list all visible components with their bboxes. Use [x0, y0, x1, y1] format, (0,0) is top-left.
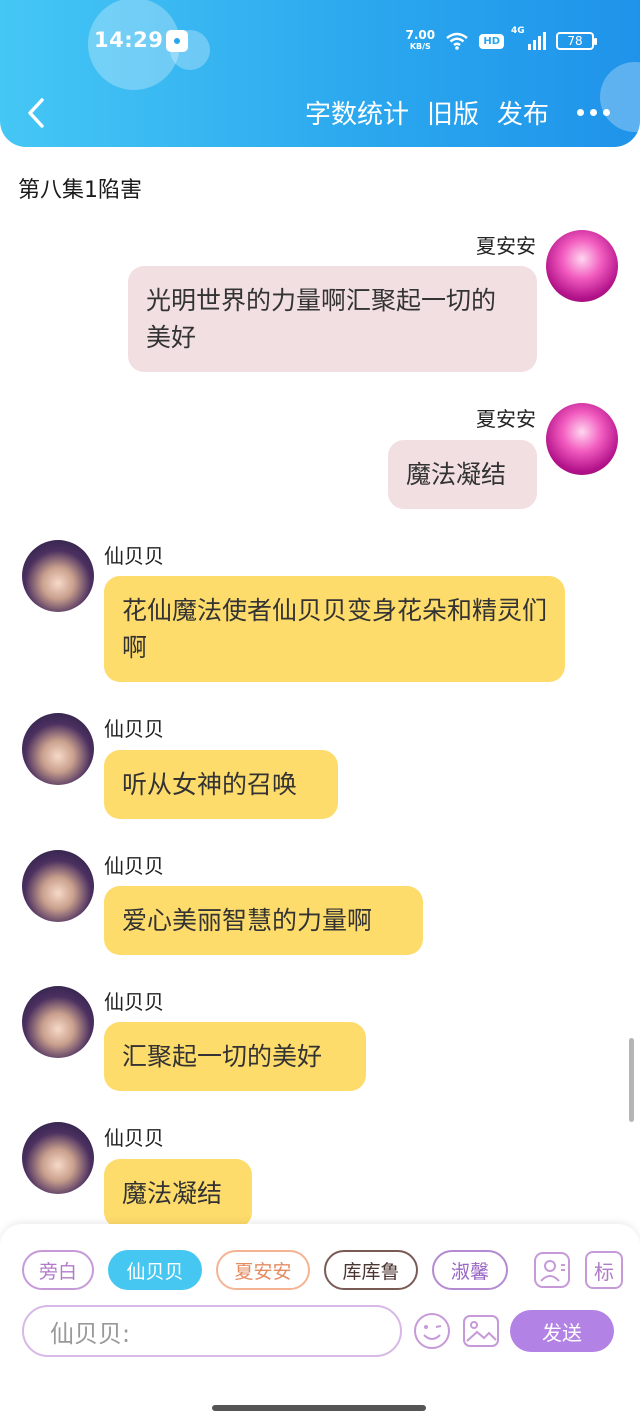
battery-indicator: 78	[556, 32, 597, 50]
speaker-name: 仙贝贝	[104, 717, 164, 741]
message-bubble[interactable]: 魔法凝结	[388, 440, 537, 509]
smiley-icon	[414, 1313, 450, 1349]
header-actions: 字数统计 旧版 发布	[287, 94, 610, 131]
avatar[interactable]	[22, 1122, 94, 1194]
avatar[interactable]	[546, 230, 618, 302]
send-button[interactable]: 发送	[510, 1310, 614, 1352]
network-speed-unit: KB/S	[409, 42, 431, 51]
speaker-name: 夏安安	[476, 407, 536, 431]
tag-label: 标	[594, 1259, 614, 1284]
avatar[interactable]	[546, 403, 618, 475]
role-chip-narrator[interactable]: 旁白	[22, 1250, 94, 1290]
avatar[interactable]	[22, 540, 94, 612]
message-bubble[interactable]: 爱心美丽智慧的力量啊	[104, 886, 423, 955]
tag-button[interactable]: 标	[585, 1251, 623, 1289]
message-input[interactable]: 仙贝贝:	[22, 1305, 402, 1357]
role-chip-shuxin[interactable]: 淑馨	[432, 1250, 508, 1290]
avatar[interactable]	[22, 713, 94, 785]
app-header: 14:29 7.00 KB/S HD 4G 78 字数统计 旧版 发布	[0, 0, 640, 147]
word-count-button[interactable]: 字数统计	[305, 94, 409, 131]
back-button[interactable]	[18, 90, 58, 136]
speaker-name: 仙贝贝	[104, 1126, 164, 1150]
episode-title: 第八集1陷害	[18, 178, 142, 203]
message-bubble[interactable]: 光明世界的力量啊汇聚起一切的美好	[128, 266, 537, 372]
role-chip-kukulu[interactable]: 库库鲁	[324, 1250, 418, 1290]
scrollbar[interactable]	[629, 1038, 634, 1122]
speaker-name: 夏安安	[476, 234, 536, 258]
message-bubble[interactable]: 魔法凝结	[104, 1159, 252, 1228]
publish-button[interactable]: 发布	[497, 94, 549, 131]
speaker-name: 仙贝贝	[104, 990, 164, 1014]
message-bubble[interactable]: 花仙魔法使者仙贝贝变身花朵和精灵们啊	[104, 576, 565, 682]
network-speed: 7.00 KB/S	[405, 28, 436, 52]
home-indicator[interactable]	[212, 1405, 426, 1411]
status-indicators: 7.00 KB/S HD 4G 78	[405, 26, 597, 56]
image-icon	[463, 1315, 499, 1347]
message-input-placeholder: 仙贝贝:	[50, 1319, 131, 1348]
status-time: 14:29	[94, 28, 164, 52]
network-type-label: 4G	[511, 26, 525, 36]
network-speed-value: 7.00	[405, 28, 436, 42]
more-options-icon[interactable]	[577, 109, 610, 116]
person-card-icon	[534, 1252, 570, 1288]
message-bubble[interactable]: 汇聚起一切的美好	[104, 1022, 366, 1091]
avatar[interactable]	[22, 986, 94, 1058]
old-version-button[interactable]: 旧版	[427, 94, 479, 131]
role-chip-xianbeibei[interactable]: 仙贝贝	[108, 1250, 202, 1290]
role-manage-button[interactable]	[533, 1251, 571, 1289]
hd-badge: HD	[479, 33, 504, 49]
chevron-left-icon	[28, 98, 44, 128]
role-chip-xiaanan[interactable]: 夏安安	[216, 1250, 310, 1290]
speaker-name: 仙贝贝	[104, 854, 164, 878]
speaker-name: 仙贝贝	[104, 544, 164, 568]
message-bubble[interactable]: 听从女神的召唤	[104, 750, 338, 819]
app-notification-icon	[166, 30, 188, 52]
image-button[interactable]	[462, 1312, 500, 1350]
cellular-signal-icon: 4G	[511, 26, 546, 50]
avatar[interactable]	[22, 850, 94, 922]
wifi-icon	[446, 32, 469, 50]
emoji-button[interactable]	[413, 1312, 451, 1350]
